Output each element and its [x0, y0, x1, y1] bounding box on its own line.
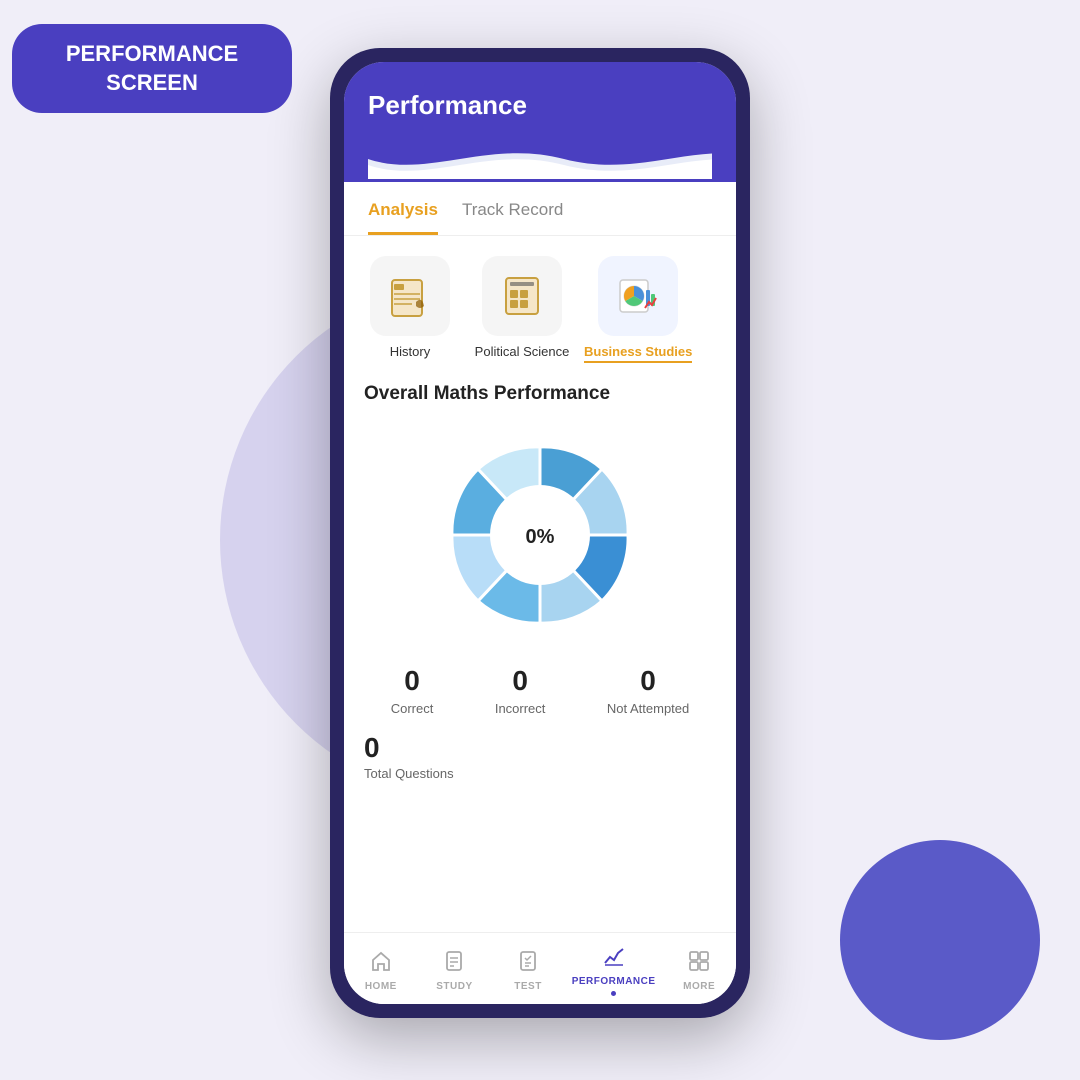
study-icon [443, 950, 465, 978]
bottom-nav: HOME STUDY [344, 932, 736, 1004]
chart-container: 0% [344, 409, 736, 653]
business-studies-icon [598, 256, 678, 336]
tab-analysis[interactable]: Analysis [368, 200, 438, 235]
home-icon [370, 950, 392, 978]
correct-label: Correct [391, 701, 434, 716]
incorrect-label: Incorrect [495, 701, 546, 716]
total-row: 0 Total Questions [344, 724, 736, 793]
phone-header: Performance [344, 62, 736, 182]
stat-incorrect: 0 Incorrect [495, 665, 546, 716]
nav-test-label: TEST [514, 981, 542, 992]
incorrect-value: 0 [512, 665, 528, 697]
stat-not-attempted: 0 Not Attempted [607, 665, 689, 716]
nav-home-label: HOME [365, 981, 397, 992]
nav-more[interactable]: MORE [669, 950, 729, 992]
screen-label: PERFORMANCE SCREEN [12, 24, 292, 113]
phone-frame: Performance Analysis Track Record [330, 48, 750, 1018]
nav-study-label: STUDY [436, 981, 472, 992]
phone-header-title: Performance [368, 90, 712, 131]
total-value: 0 [364, 732, 716, 764]
political-science-label: Political Science [475, 344, 570, 359]
phone-screen: Performance Analysis Track Record [344, 62, 736, 1004]
total-label: Total Questions [364, 766, 716, 781]
stats-row: 0 Correct 0 Incorrect 0 Not Attempted [344, 653, 736, 724]
business-studies-label: Business Studies [584, 344, 692, 363]
nav-more-label: MORE [683, 981, 715, 992]
history-icon [370, 256, 450, 336]
more-icon [688, 950, 710, 978]
wave-decoration [368, 139, 712, 179]
nav-home[interactable]: HOME [351, 950, 411, 992]
subject-item-business-studies[interactable]: Business Studies [584, 256, 692, 363]
subjects-row: History Political Science [344, 236, 736, 371]
svg-text:0%: 0% [526, 526, 555, 548]
history-label: History [390, 344, 430, 359]
performance-icon [603, 945, 625, 973]
stat-correct: 0 Correct [391, 665, 434, 716]
tabs-row: Analysis Track Record [344, 182, 736, 236]
phone-content: Analysis Track Record [344, 182, 736, 932]
subject-item-history[interactable]: History [360, 256, 460, 363]
bg-circle-small [840, 840, 1040, 1040]
nav-active-dot [611, 991, 616, 996]
nav-study[interactable]: STUDY [424, 950, 484, 992]
nav-performance-label: PERFORMANCE [572, 976, 656, 987]
nav-test[interactable]: TEST [498, 950, 558, 992]
not-attempted-value: 0 [640, 665, 656, 697]
test-icon [517, 950, 539, 978]
political-science-icon [482, 256, 562, 336]
subject-item-political-science[interactable]: Political Science [472, 256, 572, 363]
tab-track-record[interactable]: Track Record [462, 200, 563, 235]
section-title: Overall Maths Performance [344, 371, 736, 409]
correct-value: 0 [404, 665, 420, 697]
not-attempted-label: Not Attempted [607, 701, 689, 716]
nav-performance[interactable]: PERFORMANCE [572, 945, 656, 996]
